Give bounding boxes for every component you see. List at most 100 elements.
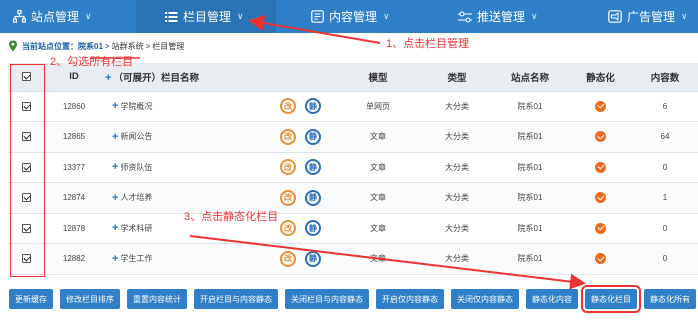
nav-site-management[interactable]: 站点管理 ∨ (0, 0, 136, 33)
row-site[interactable]: 院系01 (491, 152, 569, 183)
row-static-status (569, 121, 632, 153)
table-row: 12874 + 人才培养 改静文章 大分类 院系01 1 (8, 182, 698, 214)
chevron-down-icon: ∨ (237, 11, 244, 21)
row-model: 文章 (333, 213, 423, 244)
row-site[interactable]: 院系01 (491, 213, 569, 244)
sitemap-icon (12, 10, 26, 24)
breadcrumb: 当前站点位置： 院系01 > 站群系统 > 栏目管理 (8, 39, 184, 53)
header-name: + （可展开）栏目名称 (103, 63, 333, 92)
row-content-count: 1 (632, 182, 698, 214)
check-circle-icon (595, 161, 606, 173)
check-circle-icon (595, 222, 606, 234)
edit-icon[interactable]: 改 (280, 189, 296, 206)
row-site[interactable]: 院系01 (491, 243, 569, 275)
list-icon (164, 10, 178, 24)
static-preview-icon[interactable]: 静 (305, 189, 321, 206)
row-id: 12882 (45, 243, 103, 275)
row-name-cell: + 师资队伍 改静 (103, 152, 333, 183)
action-button[interactable]: 开启栏目与内容静态 (194, 289, 278, 309)
breadcrumb-group[interactable]: 站群系统 (112, 41, 144, 52)
column-table: ID + （可展开）栏目名称 模型 类型 站点名称 静态化 内容数 12860 + 学… (8, 63, 698, 275)
row-static-status (569, 182, 632, 214)
action-button[interactable]: 静态化所有 (644, 289, 696, 309)
static-preview-icon[interactable]: 静 (305, 250, 321, 267)
nav-label: 广告管理 (627, 10, 676, 24)
edit-icon[interactable]: 改 (280, 250, 296, 267)
location-icon (8, 40, 18, 52)
row-name[interactable]: 人才培养 (120, 192, 152, 203)
edit-icon[interactable]: 改 (280, 98, 296, 115)
expand-all-icon[interactable]: + (105, 72, 111, 84)
nav-column-management[interactable]: 栏目管理 ∨ (136, 0, 276, 33)
static-preview-icon[interactable]: 静 (305, 98, 321, 115)
row-name[interactable]: 新闻公告 (120, 131, 152, 142)
action-button[interactable]: 修改栏目排序 (60, 289, 120, 309)
expand-icon[interactable]: + (112, 100, 118, 112)
edit-icon[interactable]: 改 (280, 159, 296, 176)
action-button-row: 更新缓存 修改栏目排序 重置内容统计 开启栏目与内容静态 关闭栏目与内容静态 开启仅内容静… (9, 285, 696, 313)
chevron-down-icon: ∨ (531, 11, 538, 21)
expand-icon[interactable]: + (112, 161, 118, 173)
action-button[interactable]: 开启仅内容静态 (376, 289, 444, 309)
breadcrumb-prefix: 当前站点位置： (22, 41, 78, 51)
row-static-status (569, 243, 632, 275)
table-row: 12860 + 学院概况 改静单网页 大分类 院系01 6 (8, 91, 698, 122)
row-content-count: 6 (632, 91, 698, 122)
chevron-down-icon: ∨ (681, 11, 688, 21)
table-row: 12878 + 学术科研 改静文章 大分类 院系01 0 (8, 213, 698, 244)
document-icon (310, 10, 324, 24)
row-site[interactable]: 院系01 (491, 91, 569, 122)
action-button[interactable]: 静态化栏目 (581, 285, 641, 313)
expand-icon[interactable]: + (112, 131, 118, 143)
action-button[interactable]: 关闭栏目与内容静态 (285, 289, 369, 309)
row-site[interactable]: 院系01 (491, 182, 569, 214)
row-name[interactable]: 学术科研 (120, 223, 152, 234)
breadcrumb-site[interactable]: 院系01 (78, 41, 103, 52)
nav-push-management[interactable]: 推送管理 ∨ (416, 0, 556, 33)
check-circle-icon (595, 100, 606, 112)
action-button[interactable]: 静态化内容 (526, 289, 578, 309)
row-site[interactable]: 院系01 (491, 121, 569, 153)
row-static-status (569, 213, 632, 244)
row-model: 文章 (333, 152, 423, 183)
action-button[interactable]: 重置内容统计 (127, 289, 187, 309)
expand-icon[interactable]: + (112, 253, 118, 265)
header-type: 类型 (423, 63, 491, 92)
header-static: 静态化 (569, 63, 632, 92)
nav-label: 推送管理 (477, 10, 526, 24)
nav-label: 站点管理 (31, 10, 80, 24)
row-model: 文章 (333, 182, 423, 214)
expand-icon[interactable]: + (112, 192, 118, 204)
check-circle-icon (595, 253, 606, 265)
row-content-count: 0 (632, 152, 698, 183)
breadcrumb-separator: > (104, 41, 110, 51)
static-preview-icon[interactable]: 静 (305, 220, 321, 237)
row-model: 单网页 (333, 91, 423, 122)
header-model: 模型 (333, 63, 423, 92)
edit-icon[interactable]: 改 (280, 128, 296, 145)
row-id: 12878 (45, 213, 103, 244)
annotation-highlight-checkboxes (10, 64, 45, 277)
action-button[interactable]: 关闭仅内容静态 (451, 289, 519, 309)
row-name[interactable]: 学院概况 (120, 101, 152, 112)
table-row: 13377 + 师资队伍 改静文章 大分类 院系01 0 (8, 152, 698, 183)
row-name[interactable]: 学生工作 (120, 253, 152, 264)
row-static-status (569, 152, 632, 183)
row-name[interactable]: 师资队伍 (120, 162, 152, 173)
nav-content-management[interactable]: 内容管理 ∨ (276, 0, 416, 33)
row-id: 12860 (45, 91, 103, 122)
row-content-count: 0 (632, 213, 698, 244)
edit-icon[interactable]: 改 (280, 220, 296, 237)
nav-ad-management[interactable]: 广告管理 ∨ (556, 0, 698, 33)
annotation-step2: 2、勾选所有栏目 (50, 56, 134, 68)
row-content-count: 64 (632, 121, 698, 153)
header-name-label: （可展开）栏目名称 (113, 72, 199, 84)
expand-icon[interactable]: + (112, 222, 118, 234)
static-preview-icon[interactable]: 静 (305, 159, 321, 176)
chevron-down-icon: ∨ (383, 11, 390, 21)
header-site: 站点名称 (491, 63, 569, 92)
action-button[interactable]: 更新缓存 (9, 289, 53, 309)
nav-label: 内容管理 (329, 10, 378, 24)
table-row: 12865 + 新闻公告 改静文章 大分类 院系01 64 (8, 121, 698, 153)
static-preview-icon[interactable]: 静 (305, 128, 321, 145)
